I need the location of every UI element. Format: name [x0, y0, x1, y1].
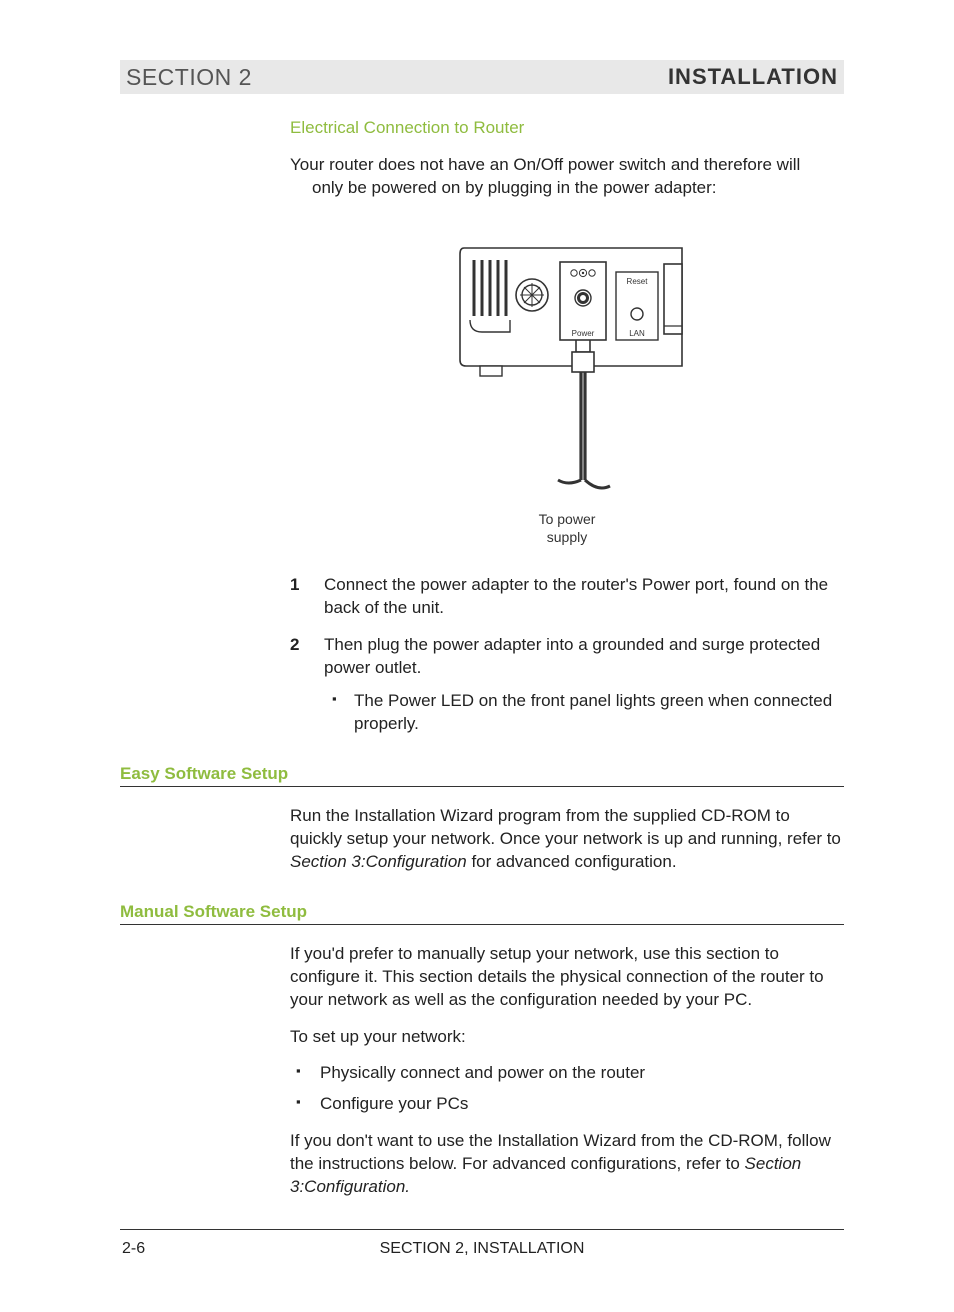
step-2-sublist: The Power LED on the front panel lights … [324, 690, 844, 736]
manual-setup-block: Manual Software Setup [120, 902, 844, 925]
router-figure: Power Reset LAN To power sup [290, 240, 844, 546]
manual-bullets: Physically connect and power on the rout… [290, 1062, 844, 1116]
step-2-bullet-1-text: The Power LED on the front panel lights … [354, 691, 832, 733]
manual-bullet-2-text: Configure your PCs [320, 1094, 468, 1113]
intro-line-1: Your router does not have an On/Off powe… [290, 155, 800, 174]
manual-bullet-1-text: Physically connect and power on the rout… [320, 1063, 645, 1082]
easy-setup-block: Easy Software Setup [120, 764, 844, 787]
caption-line-1: To power [539, 511, 596, 527]
footer: 2-6 SECTION 2, INSTALLATION [120, 1240, 844, 1262]
caption-line-2: supply [547, 529, 587, 545]
step-1-text: Connect the power adapter to the router'… [324, 575, 828, 617]
heading-manual-setup: Manual Software Setup [120, 902, 844, 922]
footer-page-number: 2-6 [122, 1240, 145, 1258]
footer-center-text: SECTION 2, INSTALLATION [380, 1240, 585, 1258]
heading-easy-setup: Easy Software Setup [120, 764, 844, 784]
rule-manual-setup [120, 924, 844, 925]
header-section-label: SECTION 2 [126, 64, 252, 91]
lan-port-label: LAN [629, 329, 645, 338]
footer-rule [120, 1229, 844, 1230]
header-bar: SECTION 2 INSTALLATION [120, 60, 844, 94]
page: SECTION 2 INSTALLATION Electrical Connec… [0, 0, 954, 1312]
figure-caption: To power supply [290, 510, 844, 546]
step-2-text: Then plug the power adapter into a groun… [324, 635, 820, 677]
step-2-bullet-1: The Power LED on the front panel lights … [324, 690, 844, 736]
intro-paragraph: Your router does not have an On/Off powe… [290, 154, 844, 200]
router-diagram-icon: Power Reset LAN [442, 240, 692, 510]
manual-bullet-1: Physically connect and power on the rout… [290, 1062, 844, 1085]
step-1: Connect the power adapter to the router'… [290, 574, 844, 620]
steps-list: Connect the power adapter to the router'… [290, 574, 844, 736]
content: Electrical Connection to Router Your rou… [120, 118, 844, 1199]
intro-line-2: only be powered on by plugging in the po… [290, 178, 717, 197]
reset-label: Reset [627, 277, 649, 286]
easy-setup-post: for advanced configuration. [467, 852, 677, 871]
easy-setup-pre: Run the Installation Wizard program from… [290, 806, 841, 848]
easy-setup-italic: Section 3:Configuration [290, 852, 467, 871]
manual-para-1: If you'd prefer to manually setup your n… [290, 943, 844, 1012]
heading-electrical-connection: Electrical Connection to Router [290, 118, 844, 138]
rule-easy-setup [120, 786, 844, 787]
manual-para-3: If you don't want to use the Installatio… [290, 1130, 844, 1199]
manual-para-2: To set up your network: [290, 1026, 844, 1049]
manual-bullet-2: Configure your PCs [290, 1093, 844, 1116]
power-port-label: Power [572, 329, 595, 338]
header-title: INSTALLATION [668, 64, 838, 90]
step-2: Then plug the power adapter into a groun… [290, 634, 844, 736]
easy-setup-para: Run the Installation Wizard program from… [290, 805, 844, 874]
